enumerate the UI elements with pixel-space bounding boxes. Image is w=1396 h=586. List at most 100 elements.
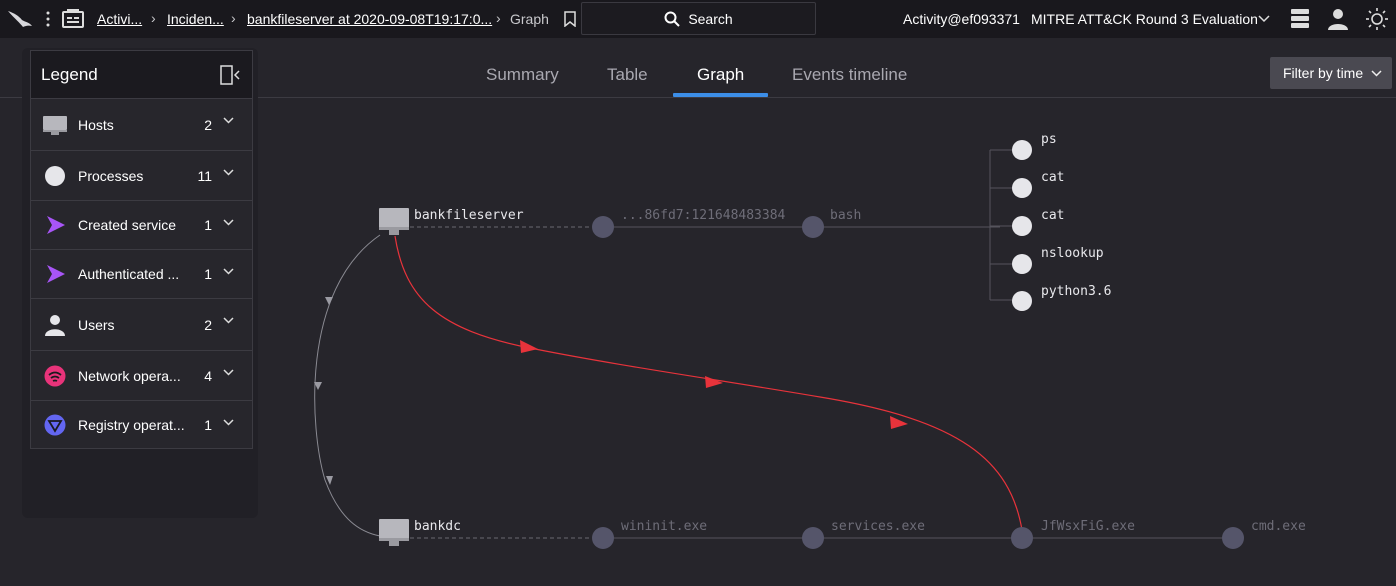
host-link-edge — [314, 234, 381, 537]
process-node-bash[interactable]: bash — [802, 208, 861, 238]
legend-item-users[interactable]: Users 2 — [31, 299, 252, 351]
process-node[interactable]: ...86fd7:121648483384 — [592, 208, 786, 238]
children-bracket — [989, 149, 1012, 301]
customer-selector[interactable]: MITRE ATT&CK Round 3 Evaluation — [1031, 11, 1258, 27]
filter-by-time-button[interactable]: Filter by time — [1270, 57, 1392, 89]
host-node-bankdc[interactable]: bankdc — [379, 519, 461, 546]
process-label: cmd.exe — [1251, 519, 1306, 534]
arrow-right-icon — [43, 262, 67, 286]
more-vertical-icon[interactable] — [45, 10, 51, 28]
apps-menu-icon[interactable] — [1290, 8, 1310, 30]
activity-app-icon[interactable] — [62, 9, 84, 29]
process-label: wininit.exe — [621, 519, 707, 534]
user-profile-icon[interactable] — [1327, 8, 1349, 30]
legend-item-authenticated[interactable]: Authenticated ... 1 — [31, 250, 252, 299]
filter-label: Filter by time — [1283, 65, 1364, 81]
chevron-down-icon — [223, 169, 234, 176]
process-node-ps[interactable]: ps — [1012, 132, 1057, 160]
process-label: ps — [1041, 132, 1057, 147]
search-icon — [664, 11, 681, 27]
monitor-icon — [43, 113, 67, 137]
process-label: JfWsxFiG.exe — [1041, 519, 1135, 534]
legend-item-count: 1 — [204, 417, 212, 433]
legend-item-count: 2 — [204, 116, 212, 133]
registry-icon — [43, 413, 67, 437]
process-label: services.exe — [831, 519, 925, 534]
legend-item-label: Authenticated ... — [78, 266, 180, 282]
breadcrumb-separator: › — [231, 10, 236, 26]
legend-item-count: 1 — [204, 266, 212, 282]
legend-item-hosts[interactable]: Hosts 2 — [31, 99, 252, 151]
tab-table[interactable]: Table — [607, 65, 648, 85]
legend-panel: Legend Hosts 2 Processes 11 Created serv… — [30, 50, 253, 449]
monitor-icon — [379, 519, 409, 539]
edge-arrow — [325, 297, 333, 305]
monitor-icon — [379, 208, 409, 228]
legend-title: Legend — [41, 64, 98, 84]
chevron-down-icon — [223, 219, 234, 226]
legend-item-label: Hosts — [78, 116, 114, 133]
process-node-cat[interactable]: cat — [1012, 170, 1064, 198]
breadcrumb-incident[interactable]: bankfileserver at 2020-09-08T19:17:0... — [247, 11, 492, 27]
process-node-wininit[interactable]: wininit.exe — [592, 519, 707, 549]
legend-header: Legend — [31, 51, 252, 99]
legend-item-count: 4 — [204, 367, 212, 384]
chevron-down-icon — [1371, 69, 1382, 77]
chevron-down-icon[interactable] — [1258, 15, 1270, 23]
process-label: cat — [1041, 170, 1064, 185]
account-name[interactable]: Activity@ef093371 — [903, 11, 1020, 27]
breadcrumb-current: Graph — [510, 11, 549, 27]
process-node-services[interactable]: services.exe — [802, 519, 925, 549]
host-label: bankfileserver — [414, 208, 524, 223]
legend-item-registry[interactable]: Registry operat... 1 — [31, 401, 252, 449]
edge-arrow — [705, 376, 723, 388]
bookmark-icon[interactable] — [564, 11, 576, 27]
edge-arrow — [520, 340, 538, 353]
theme-sun-icon[interactable] — [1366, 8, 1388, 30]
edge-arrow — [326, 476, 333, 485]
legend-item-created-service[interactable]: Created service 1 — [31, 201, 252, 250]
legend-item-network[interactable]: Network opera... 4 — [31, 351, 252, 401]
host-label: bankdc — [414, 519, 461, 534]
breadcrumb-incidents[interactable]: Inciden... — [167, 11, 224, 27]
process-node-cmd[interactable]: cmd.exe — [1222, 519, 1306, 549]
breadcrumb-separator: › — [496, 10, 501, 26]
breadcrumb-separator: › — [151, 10, 156, 26]
tab-summary[interactable]: Summary — [486, 65, 559, 85]
process-circle-icon — [43, 164, 67, 188]
legend-item-processes[interactable]: Processes 11 — [31, 151, 252, 201]
legend-item-count: 1 — [204, 217, 212, 233]
process-label: ...86fd7:121648483384 — [621, 208, 786, 223]
legend-item-count: 11 — [197, 167, 212, 184]
process-label: bash — [830, 208, 861, 223]
collapse-panel-icon[interactable] — [220, 65, 240, 85]
breadcrumb-activity[interactable]: Activi... — [97, 11, 142, 27]
process-label: python3.6 — [1041, 284, 1111, 299]
chevron-down-icon — [223, 117, 234, 124]
top-bar: Activi... › Inciden... › bankfileserver … — [0, 0, 1396, 38]
process-node-nslookup[interactable]: nslookup — [1012, 246, 1104, 274]
tab-events-timeline[interactable]: Events timeline — [792, 65, 907, 85]
legend-item-label: Created service — [78, 217, 177, 233]
chevron-down-icon — [223, 268, 234, 275]
host-node-bankfileserver[interactable]: bankfileserver — [379, 208, 524, 235]
network-icon — [43, 364, 67, 388]
legend-item-label: Processes — [78, 167, 144, 184]
process-label: nslookup — [1041, 246, 1104, 261]
search-button[interactable]: Search — [581, 2, 816, 35]
process-node-cat[interactable]: cat — [1012, 208, 1064, 236]
process-node-jfwsxfig[interactable]: JfWsxFiG.exe — [1011, 519, 1135, 549]
search-label: Search — [688, 10, 733, 27]
chevron-down-icon — [223, 369, 234, 376]
process-label: cat — [1041, 208, 1064, 223]
edge-arrow — [890, 416, 908, 429]
tab-graph[interactable]: Graph — [697, 65, 744, 85]
active-tab-indicator — [673, 93, 768, 97]
legend-item-label: Users — [78, 316, 115, 333]
process-node-python[interactable]: python3.6 — [1012, 284, 1111, 311]
falcon-logo-icon[interactable] — [6, 7, 34, 31]
legend-item-count: 2 — [204, 316, 212, 333]
user-icon — [43, 313, 67, 337]
chevron-down-icon — [223, 419, 234, 426]
legend-item-label: Registry operat... — [78, 417, 185, 433]
